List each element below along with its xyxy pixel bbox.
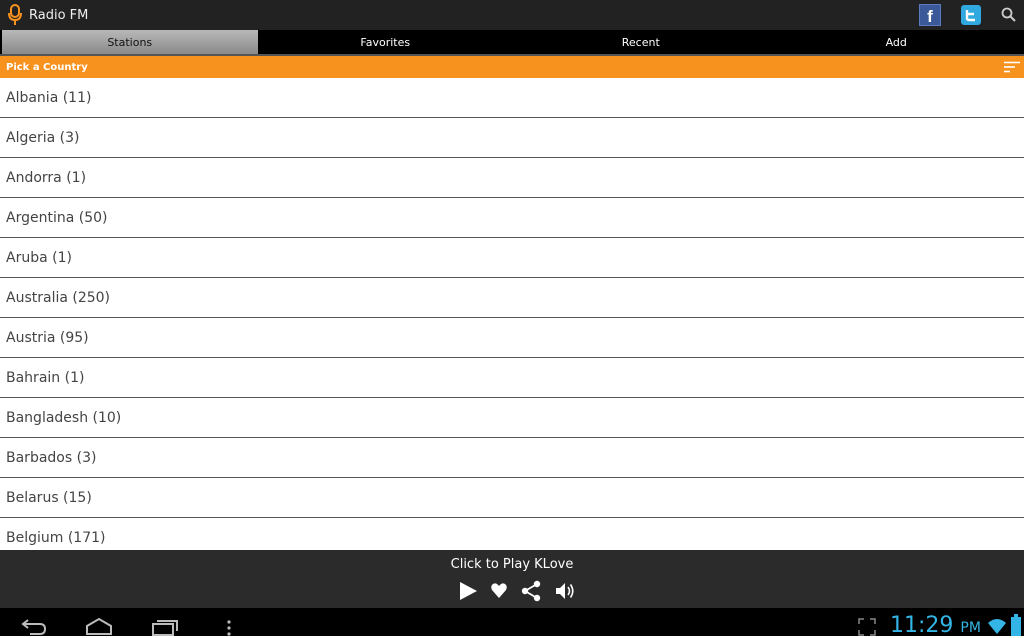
- facebook-icon[interactable]: f: [919, 4, 941, 26]
- list-item[interactable]: Algeria (3): [0, 118, 1024, 158]
- tab-stations[interactable]: Stations: [2, 30, 258, 54]
- section-title: Pick a Country: [6, 62, 88, 73]
- tab-add[interactable]: Add: [769, 30, 1024, 54]
- player-bar: Click to Play KLove: [0, 550, 1024, 608]
- list-item[interactable]: Albania (11): [0, 78, 1024, 118]
- back-icon[interactable]: [20, 616, 48, 636]
- list-item[interactable]: Aruba (1): [0, 238, 1024, 278]
- status-clock: 11:29 PM: [890, 613, 981, 638]
- recent-apps-icon[interactable]: [150, 616, 180, 636]
- play-icon[interactable]: [458, 580, 478, 602]
- app-title: Radio FM: [29, 8, 88, 23]
- list-item[interactable]: Belarus (15): [0, 478, 1024, 518]
- list-item[interactable]: Barbados (3): [0, 438, 1024, 478]
- now-playing-text[interactable]: Click to Play KLove: [0, 557, 1024, 572]
- tab-recent[interactable]: Recent: [513, 30, 769, 54]
- action-bar: Radio FM f: [0, 0, 1024, 30]
- tab-favorites[interactable]: Favorites: [258, 30, 514, 54]
- list-item[interactable]: Austria (95): [0, 318, 1024, 358]
- list-item[interactable]: Bangladesh (10): [0, 398, 1024, 438]
- menu-icon[interactable]: [226, 616, 232, 636]
- list-item[interactable]: Belgium (171): [0, 518, 1024, 550]
- microphone-icon: [7, 4, 23, 26]
- list-item[interactable]: Bahrain (1): [0, 358, 1024, 398]
- fullscreen-icon[interactable]: [858, 618, 876, 636]
- clock-ampm: PM: [960, 620, 981, 636]
- clock-time: 11:29: [890, 613, 953, 638]
- home-icon[interactable]: [84, 616, 114, 636]
- battery-icon: [1010, 614, 1022, 636]
- player-controls: [458, 580, 588, 602]
- list-item[interactable]: Australia (250): [0, 278, 1024, 318]
- sort-icon[interactable]: [1004, 61, 1020, 73]
- wifi-icon: [987, 617, 1007, 635]
- tab-bar: Stations Favorites Recent Add: [0, 30, 1024, 54]
- twitter-icon[interactable]: [961, 5, 981, 25]
- section-header: Pick a Country: [0, 56, 1024, 78]
- country-list: Albania (11) Algeria (3) Andorra (1) Arg…: [0, 78, 1024, 550]
- search-icon[interactable]: [1000, 6, 1018, 24]
- volume-icon[interactable]: [554, 580, 576, 602]
- list-item[interactable]: Argentina (50): [0, 198, 1024, 238]
- list-item[interactable]: Andorra (1): [0, 158, 1024, 198]
- heart-icon[interactable]: [490, 582, 508, 600]
- share-icon[interactable]: [520, 580, 542, 602]
- system-nav-bar: 11:29 PM: [0, 608, 1024, 636]
